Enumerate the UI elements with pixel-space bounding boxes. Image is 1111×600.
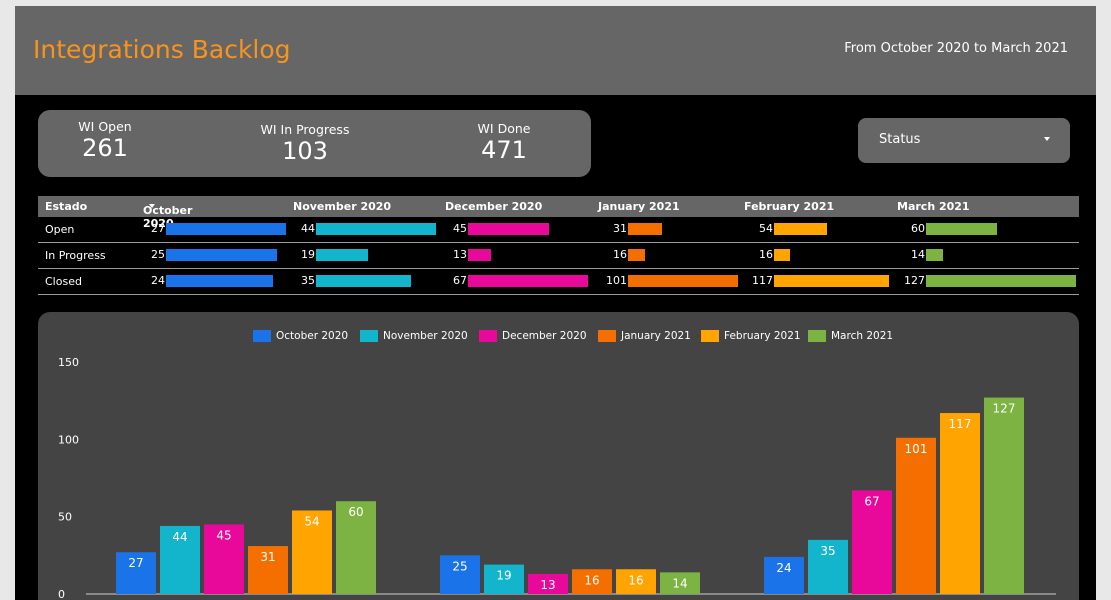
table-row: Closed 24 35 67 101 117 127 [38,269,1079,295]
cell-value: 19 [301,248,315,261]
cell-value: 101 [606,274,627,287]
cell-bar [926,249,943,261]
cell-bar [316,275,412,287]
column-header-estado[interactable]: Estado [45,200,87,213]
bar-data-label: 14 [672,576,687,590]
cell-value: 54 [759,222,773,235]
cell-value: 44 [301,222,315,235]
cell-bar [774,249,790,261]
cell-bar [628,223,662,235]
cell-value: 27 [151,222,165,235]
cell-bar [628,249,646,261]
cell-bar [316,249,368,261]
dashboard-header: Integrations Backlog From October 2020 t… [15,6,1096,95]
table-row: In Progress 25 19 13 16 16 14 [38,243,1079,269]
kpi-value: 261 [82,134,128,162]
bar-data-label: 101 [905,442,928,456]
pivot-table: Estado October 2020 November 2020 Decemb… [38,196,1079,295]
bar-chart-panel: October 2020 November 2020 December 2020 Ja… [38,312,1079,600]
bar-data-label: 19 [496,569,511,583]
cell-bar [628,275,738,287]
cell-value: 35 [301,274,315,287]
bar-data-label: 44 [172,530,187,544]
scorecard-panel: WI Open 261 WI In Progress 103 WI Done 4… [38,110,591,177]
bar [984,397,1024,594]
cell-value: 16 [613,248,627,261]
cell-value: 16 [759,248,773,261]
cell-value: 13 [453,248,467,261]
column-header-january-2021[interactable]: January 2021 [598,200,680,213]
cell-bar [774,275,889,287]
date-range-label: From October 2020 to March 2021 [844,41,1068,56]
bar-data-label: 31 [260,550,275,564]
y-tick-label: 100 [58,433,79,446]
y-tick-label: 0 [58,588,65,600]
status-filter-label: Status [879,132,921,147]
cell-value: 25 [151,248,165,261]
row-label: Closed [45,275,82,288]
bar-data-label: 117 [949,417,972,431]
column-header-december-2020[interactable]: December 2020 [445,200,542,213]
bar [940,413,980,594]
column-header-february-2021[interactable]: February 2021 [744,200,834,213]
bar-data-label: 25 [452,559,467,573]
bar-data-label: 16 [628,573,643,587]
cell-bar [926,275,1076,287]
bar-data-label: 13 [540,578,555,592]
row-label: Open [45,223,75,236]
table-header: Estado October 2020 November 2020 Decemb… [38,196,1079,230]
bar-data-label: 27 [128,556,143,570]
cell-value: 24 [151,274,165,287]
kpi-label: WI Open [78,119,132,134]
table-row: Open 27 44 45 31 54 60 [38,217,1079,243]
bar-data-label: 35 [820,544,835,558]
column-header-march-2021[interactable]: March 2021 [897,200,970,213]
page-title: Integrations Backlog [33,35,291,64]
bar-data-label: 16 [584,573,599,587]
bar-chart: 050100150274445315460Open251913161614In … [58,356,1056,600]
cell-bar [166,223,286,235]
bar-data-label: 45 [216,528,231,542]
kpi-value: 103 [282,137,328,165]
kpi-wi-in-progress: WI In Progress 103 [257,122,353,165]
bar-data-label: 127 [993,402,1016,416]
cell-value: 127 [904,274,925,287]
cell-value: 14 [911,248,925,261]
cell-bar [468,223,549,235]
cell-bar [926,223,997,235]
table-body: Open 27 44 45 31 54 60 In Progress 25 19 13 16 16 14 C… [38,217,1079,295]
bar [896,437,936,594]
cell-value: 45 [453,222,467,235]
cell-value: 31 [613,222,627,235]
bar-data-label: 67 [864,494,879,508]
dashboard-page: Integrations Backlog From October 2020 t… [15,6,1096,600]
kpi-wi-open: WI Open 261 [76,119,134,162]
cell-value: 60 [911,222,925,235]
cell-bar [166,249,278,261]
kpi-wi-done: WI Done 471 [474,121,534,164]
bar-data-label: 54 [304,514,319,528]
bar-data-label: 24 [776,561,791,575]
cell-bar [166,275,273,287]
sort-descending-icon [149,204,155,208]
kpi-label: WI Done [477,121,531,136]
cell-bar [468,249,492,261]
y-tick-label: 50 [58,511,72,524]
column-header-november-2020[interactable]: November 2020 [293,200,391,213]
cell-value: 117 [752,274,773,287]
cell-bar [468,275,588,287]
kpi-label: WI In Progress [260,122,350,137]
cell-value: 67 [453,274,467,287]
cell-bar [316,223,436,235]
status-filter-dropdown[interactable]: Status [858,118,1070,163]
y-tick-label: 150 [58,356,79,369]
row-label: In Progress [45,249,106,262]
cell-bar [774,223,828,235]
bar-data-label: 60 [348,505,363,519]
chevron-down-icon [1044,137,1050,141]
kpi-value: 471 [481,136,527,164]
